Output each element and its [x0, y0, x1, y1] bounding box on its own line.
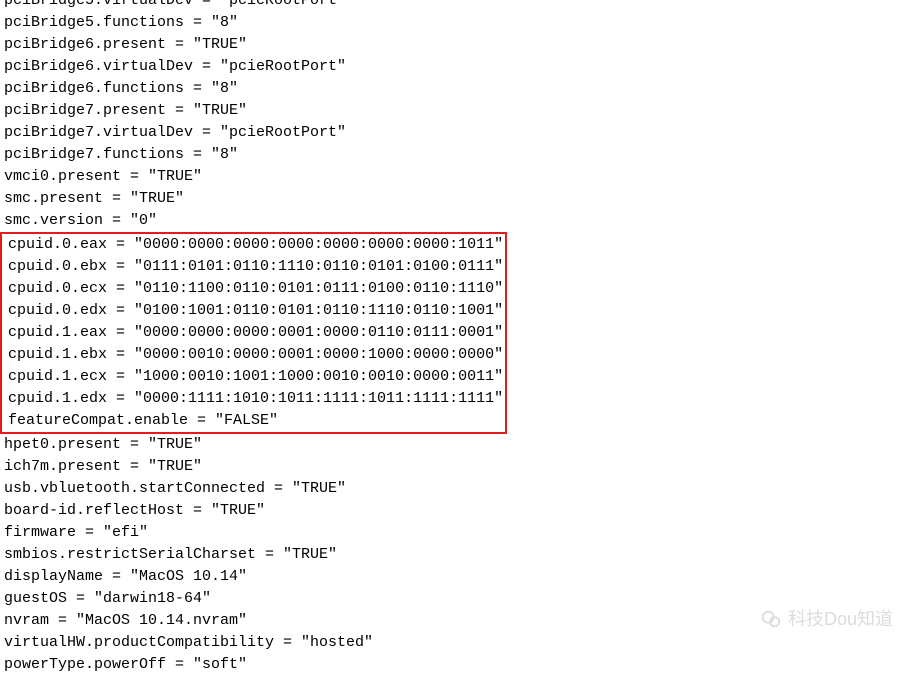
config-line: pciBridge5.functions = "8" — [0, 12, 913, 34]
config-line: pciBridge7.present = "TRUE" — [0, 100, 913, 122]
config-line: guestOS = "darwin18-64" — [0, 588, 913, 610]
config-line: board-id.reflectHost = "TRUE" — [0, 500, 913, 522]
config-line: cpuid.1.eax = "0000:0000:0000:0001:0000:… — [4, 322, 503, 344]
config-line: cpuid.0.eax = "0000:0000:0000:0000:0000:… — [4, 234, 503, 256]
config-line: pciBridge6.present = "TRUE" — [0, 34, 913, 56]
config-line: firmware = "efi" — [0, 522, 913, 544]
watermark-text: 科技Dou知道 — [788, 608, 893, 630]
watermark: 科技Dou知道 — [760, 608, 893, 630]
config-line: pciBridge6.functions = "8" — [0, 78, 913, 100]
config-line: usb.vbluetooth.startConnected = "TRUE" — [0, 478, 913, 500]
config-line: ich7m.present = "TRUE" — [0, 456, 913, 478]
config-line: pciBridge7.virtualDev = "pcieRootPort" — [0, 122, 913, 144]
highlight-box: cpuid.0.eax = "0000:0000:0000:0000:0000:… — [0, 232, 507, 434]
config-line: smbios.restrictSerialCharset = "TRUE" — [0, 544, 913, 566]
config-line: pciBridge6.virtualDev = "pcieRootPort" — [0, 56, 913, 78]
wechat-icon — [760, 608, 782, 630]
config-line: hpet0.present = "TRUE" — [0, 434, 913, 456]
config-line: pciBridge5.virtualDev = "pcieRootPort" — [0, 0, 913, 12]
config-line: pciBridge7.functions = "8" — [0, 144, 913, 166]
config-line: cpuid.0.ecx = "0110:1100:0110:0101:0111:… — [4, 278, 503, 300]
config-line: cpuid.1.edx = "0000:1111:1010:1011:1111:… — [4, 388, 503, 410]
config-line: cpuid.0.edx = "0100:1001:0110:0101:0110:… — [4, 300, 503, 322]
config-line: virtualHW.productCompatibility = "hosted… — [0, 632, 913, 654]
config-block-before: pciBridge5.virtualDev = "pcieRootPort" p… — [0, 0, 913, 232]
config-line: cpuid.1.ecx = "1000:0010:1001:1000:0010:… — [4, 366, 503, 388]
config-line: smc.version = "0" — [0, 210, 913, 232]
config-line: cpuid.1.ebx = "0000:0010:0000:0001:0000:… — [4, 344, 503, 366]
config-line: featureCompat.enable = "FALSE" — [4, 410, 503, 432]
config-line: displayName = "MacOS 10.14" — [0, 566, 913, 588]
config-line: powerType.powerOff = "soft" — [0, 654, 913, 676]
config-line: cpuid.0.ebx = "0111:0101:0110:1110:0110:… — [4, 256, 503, 278]
config-line: vmci0.present = "TRUE" — [0, 166, 913, 188]
config-line: smc.present = "TRUE" — [0, 188, 913, 210]
config-block-after: hpet0.present = "TRUE" ich7m.present = "… — [0, 434, 913, 676]
